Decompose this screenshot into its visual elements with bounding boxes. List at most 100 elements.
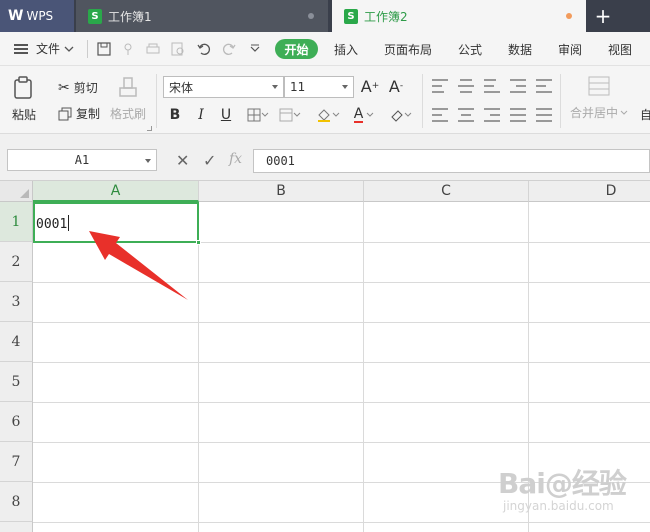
gridline (198, 202, 199, 532)
file-menu-button[interactable]: 文件 (14, 40, 74, 57)
tab-view[interactable]: 视图 (608, 41, 632, 58)
align-right-icon[interactable] (484, 108, 500, 122)
chevron-down-icon (332, 112, 340, 117)
customize-toolbar-icon[interactable] (247, 41, 263, 57)
redo-icon[interactable] (221, 41, 237, 57)
tab-formulas[interactable]: 公式 (458, 41, 482, 58)
underline-button[interactable]: U (217, 105, 235, 125)
cut-button[interactable]: ✂ 剪切 (58, 79, 98, 96)
font-color-button[interactable]: A (350, 105, 378, 125)
row-header-3[interactable]: 3 (0, 282, 33, 322)
ribbon-toolbar: 粘贴 ✂ 剪切 复制 格式刷 宋体 11 A + A- B I U A 合并居中… (0, 66, 650, 134)
decrease-indent-icon[interactable] (510, 79, 526, 93)
row-header-1[interactable]: 1 (0, 202, 33, 242)
gridline (33, 282, 650, 283)
chevron-down-icon (64, 46, 74, 52)
decrease-font-button[interactable]: A- (386, 76, 406, 96)
cell-style-button[interactable] (276, 105, 304, 125)
auto-wrap-button[interactable]: 自 (640, 106, 650, 123)
chevron-down-icon (145, 159, 151, 163)
tab-page-layout[interactable]: 页面布局 (384, 41, 432, 58)
align-left-icon[interactable] (432, 108, 448, 122)
tab-workbook2[interactable]: S 工作簿2 (332, 0, 586, 32)
merge-center-button[interactable]: 合并居中 (570, 76, 628, 121)
new-tab-button[interactable]: + (590, 0, 616, 32)
formula-input[interactable]: 0001 (253, 149, 650, 173)
name-box[interactable]: A1 (7, 149, 157, 171)
row-header-7[interactable]: 7 (0, 442, 33, 482)
clear-format-button[interactable] (386, 105, 416, 125)
text-cursor (68, 215, 70, 231)
cell-reference: A1 (74, 153, 90, 167)
gridline (33, 402, 650, 403)
justify-icon[interactable] (510, 108, 526, 122)
save-icon[interactable] (96, 41, 112, 57)
tab-label: 工作簿2 (364, 9, 408, 24)
row-header-4[interactable]: 4 (0, 322, 33, 362)
row-header-9[interactable] (0, 522, 33, 532)
column-header-d[interactable]: D (529, 181, 650, 202)
font-size-select[interactable]: 11 (284, 76, 354, 98)
print-preview-icon[interactable] (170, 41, 186, 57)
align-center-icon[interactable] (458, 108, 474, 122)
cut-label: 剪切 (73, 81, 98, 95)
cell-a1-value[interactable]: 0001 (36, 215, 70, 232)
borders-button[interactable] (245, 105, 271, 125)
wps-logo-icon: W (8, 8, 23, 24)
chevron-down-icon (342, 85, 348, 89)
paste-button[interactable]: 粘贴 (12, 76, 36, 123)
eraser-icon (391, 110, 403, 122)
print-icon[interactable] (145, 41, 161, 57)
copy-button[interactable]: 复制 (58, 105, 100, 122)
copy-icon (58, 107, 72, 120)
tab-status-dot (308, 13, 314, 19)
chevron-down-icon (620, 110, 628, 115)
row-header-2[interactable]: 2 (0, 242, 33, 282)
row-header-8[interactable]: 8 (0, 482, 33, 522)
align-top-icon[interactable] (432, 79, 448, 93)
cancel-icon[interactable]: ✕ (176, 151, 189, 170)
column-header-c[interactable]: C (364, 181, 529, 202)
insert-function-icon[interactable]: fx (229, 151, 242, 167)
column-header-b[interactable]: B (199, 181, 364, 202)
font-name-value: 宋体 (169, 80, 194, 95)
watermark-url: jingyan.baidu.com (503, 499, 614, 513)
row-header-6[interactable]: 6 (0, 402, 33, 442)
increase-indent-icon[interactable] (536, 79, 552, 93)
chevron-down-icon (366, 112, 374, 117)
clipboard-icon (14, 76, 32, 99)
app-name: WPS (26, 9, 54, 23)
fill-handle[interactable] (196, 240, 201, 245)
menu-bar: 文件 开始 插入 页面布局 公式 数据 审阅 视图 (0, 32, 650, 66)
increase-font-button[interactable]: A + (360, 76, 380, 96)
distribute-icon[interactable] (536, 108, 552, 122)
align-bottom-icon[interactable] (484, 79, 500, 93)
fill-color-button[interactable] (313, 105, 343, 125)
bold-button[interactable]: B (166, 105, 184, 125)
tab-insert[interactable]: 插入 (334, 41, 358, 58)
align-middle-icon[interactable] (458, 79, 474, 93)
confirm-icon[interactable]: ✓ (203, 151, 216, 170)
export-icon[interactable] (120, 41, 136, 57)
tab-workbook1[interactable]: S 工作簿1 (76, 0, 328, 32)
font-name-select[interactable]: 宋体 (163, 76, 284, 98)
clipboard-group-launcher[interactable] (147, 126, 152, 131)
copy-label: 复制 (76, 107, 101, 121)
column-header-a[interactable]: A (33, 181, 199, 202)
tab-data[interactable]: 数据 (508, 41, 532, 58)
tab-home[interactable]: 开始 (275, 39, 318, 59)
spreadsheet-icon: S (88, 8, 102, 24)
format-painter-button[interactable]: 格式刷 (110, 76, 146, 122)
select-all-corner[interactable] (0, 181, 33, 202)
formula-value: 0001 (266, 154, 295, 168)
toolbar-divider (87, 40, 88, 58)
paint-bucket-icon (318, 109, 330, 122)
wps-home-tab[interactable]: W WPS (0, 0, 74, 32)
row-header-5[interactable]: 5 (0, 362, 33, 402)
hamburger-icon (14, 43, 28, 54)
tab-review[interactable]: 审阅 (558, 41, 582, 58)
gridline (363, 202, 364, 532)
decrease-font-icon: A (388, 76, 400, 96)
undo-icon[interactable] (196, 41, 212, 57)
italic-button[interactable]: I (192, 105, 210, 125)
